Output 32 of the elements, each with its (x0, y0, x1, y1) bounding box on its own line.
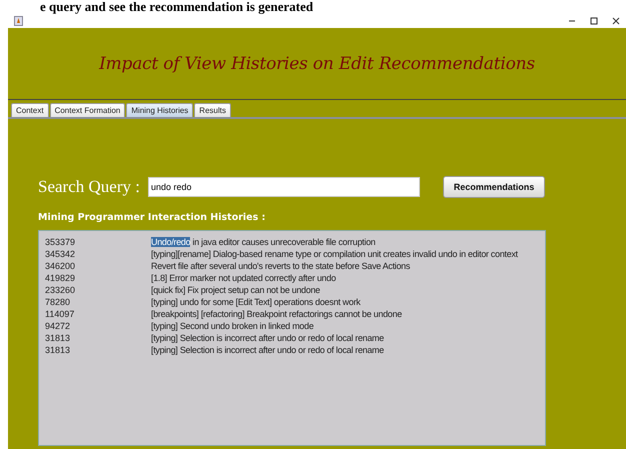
search-label: Search Query : (38, 177, 141, 197)
history-text: [breakpoints] [refactoring] Breakpoint refactorings cannot be undone (151, 309, 402, 319)
history-id: 78280 (45, 297, 72, 307)
close-icon[interactable] (612, 17, 620, 25)
history-text: [typing][rename] Dialog-based rename type or compilation unit creates invalid undo in editor context (151, 249, 518, 259)
recommendations-button[interactable]: Recommendations (443, 176, 545, 198)
history-text: [typing] undo for some [Edit Text] operations doesnt work (151, 297, 360, 307)
caption-text: e query and see the recommendation is generated (39, 0, 314, 14)
history-text: [quick fix] Fix project setup can not be undone (151, 285, 320, 295)
history-id: 31813 (45, 333, 72, 343)
history-text: Revert file after several undo's reverts to the state before Save Actions (151, 261, 410, 271)
history-text: [typing] Selection is incorrect after undo or redo of local rename (151, 345, 384, 355)
maximize-icon[interactable] (590, 17, 598, 25)
section-heading: Mining Programmer Interaction Histories : (38, 212, 266, 223)
tab[interactable]: Mining Histories (126, 103, 194, 117)
app-title: Impact of View Histories on Edit Recommendations (99, 54, 535, 74)
history-text: [typing] Selection is incorrect after undo or redo of local rename (151, 333, 384, 343)
search-field[interactable]: undo redo (148, 177, 420, 197)
history-id: 31813 (45, 345, 72, 355)
tab[interactable]: Context (11, 103, 49, 117)
history-id: 114097 (45, 309, 76, 319)
history-id: 353379 (45, 237, 76, 247)
history-id: 346200 (45, 261, 76, 271)
history-id: 94272 (45, 321, 72, 331)
history-text: [typing] Second undo broken in linked mode (151, 321, 314, 331)
history-text: [1.8] Error marker not updated correctly after undo (151, 273, 336, 283)
tab[interactable]: Context Formation (50, 103, 126, 117)
history-id: 233260 (45, 285, 76, 295)
history-id: 419829 (45, 273, 76, 283)
tab[interactable]: Results (194, 103, 231, 117)
app-icon (14, 16, 23, 26)
history-id: 345342 (45, 249, 76, 259)
